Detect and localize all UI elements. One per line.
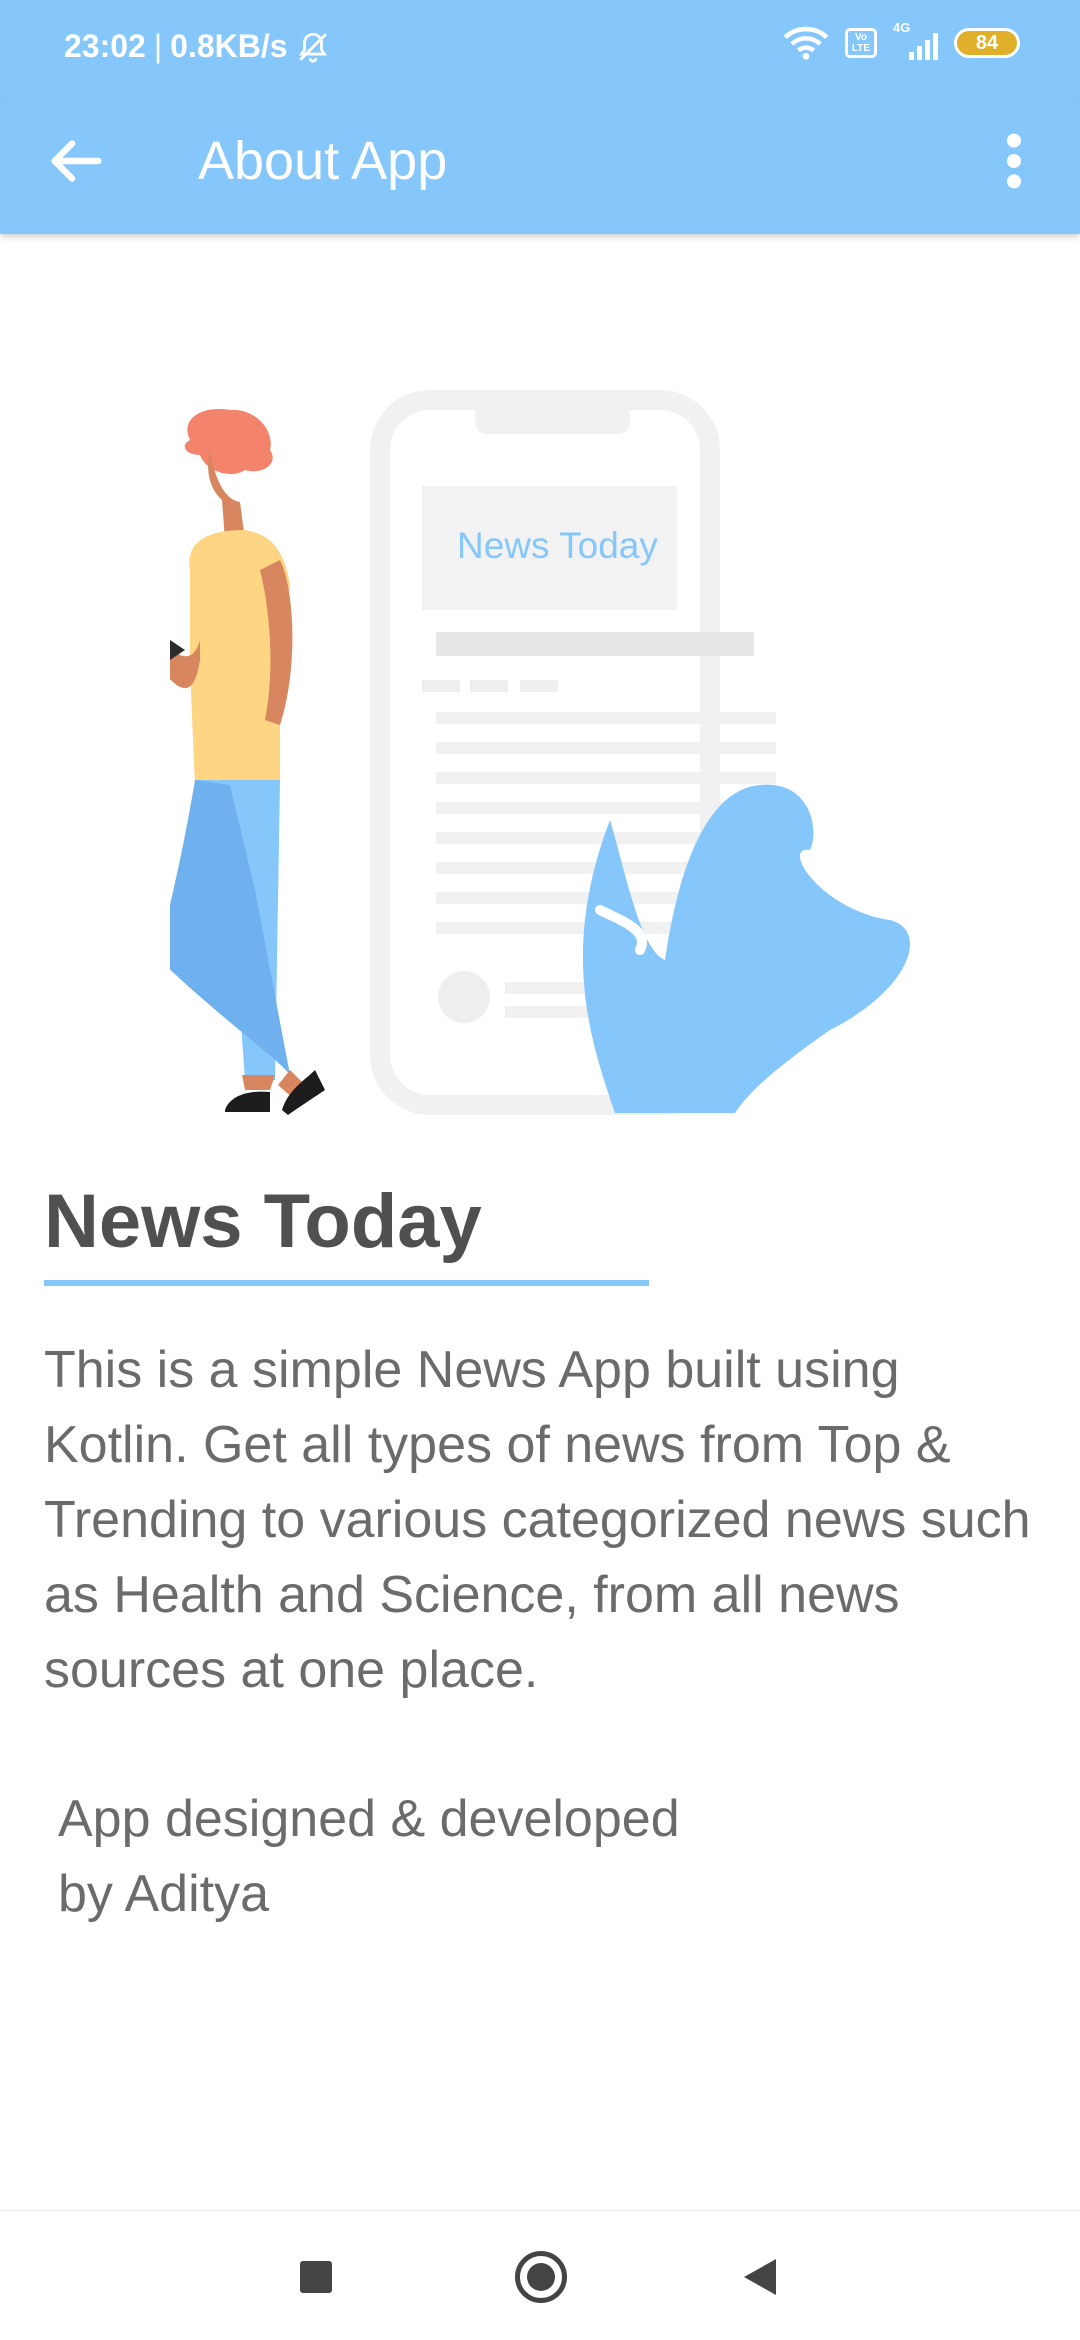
nav-back-button[interactable] — [740, 2257, 780, 2297]
credits-line-2: by Aditya — [58, 1865, 270, 1923]
news-illustration: News Today — [170, 390, 910, 1115]
battery-icon: 84 — [954, 28, 1020, 58]
app-bar: About App — [0, 100, 1080, 234]
home-button[interactable] — [515, 2251, 567, 2303]
status-time: 23:02 — [64, 28, 146, 64]
phone-notch — [475, 402, 630, 434]
status-divider: | — [153, 28, 163, 64]
bell-off-icon — [298, 32, 327, 63]
heading-underline — [44, 1280, 649, 1286]
triangle-back-icon — [744, 2259, 776, 2295]
app-name-heading: News Today — [44, 1179, 482, 1264]
arrow-back-icon — [51, 140, 102, 182]
page-title: About App — [198, 131, 448, 191]
credits-line-1: App designed & developed — [58, 1790, 680, 1848]
more-vert-icon — [1007, 133, 1021, 189]
signal-indicator: 4G — [893, 20, 938, 60]
overflow-menu-button[interactable] — [984, 126, 1044, 196]
signal-type-label: 4G — [893, 20, 911, 35]
status-network-speed: 0.8KB/s — [170, 28, 288, 64]
person-phone — [170, 640, 185, 660]
app-description: This is a simple News App built using Ko… — [44, 1341, 1031, 1699]
phone-line — [436, 632, 754, 656]
volte-icon: Vo LTE — [845, 28, 877, 58]
person-shoe-left — [225, 1091, 270, 1112]
phone-heading: News Today — [457, 525, 658, 566]
wifi-icon — [783, 26, 829, 60]
back-button[interactable] — [40, 126, 110, 196]
status-right: Vo LTE 4G 84 — [783, 20, 1020, 60]
battery-level: 84 — [975, 31, 999, 54]
credits-text: App designed & developed by Aditya — [58, 1782, 958, 1932]
system-nav-bar — [0, 2210, 1080, 2340]
status-bar: 23:02 | 0.8KB/s Vo LTE 4G 84 — [0, 0, 1080, 100]
recents-button[interactable] — [300, 2261, 332, 2293]
person-hair — [184, 409, 273, 475]
status-left: 23:02 | 0.8KB/s — [64, 28, 330, 65]
